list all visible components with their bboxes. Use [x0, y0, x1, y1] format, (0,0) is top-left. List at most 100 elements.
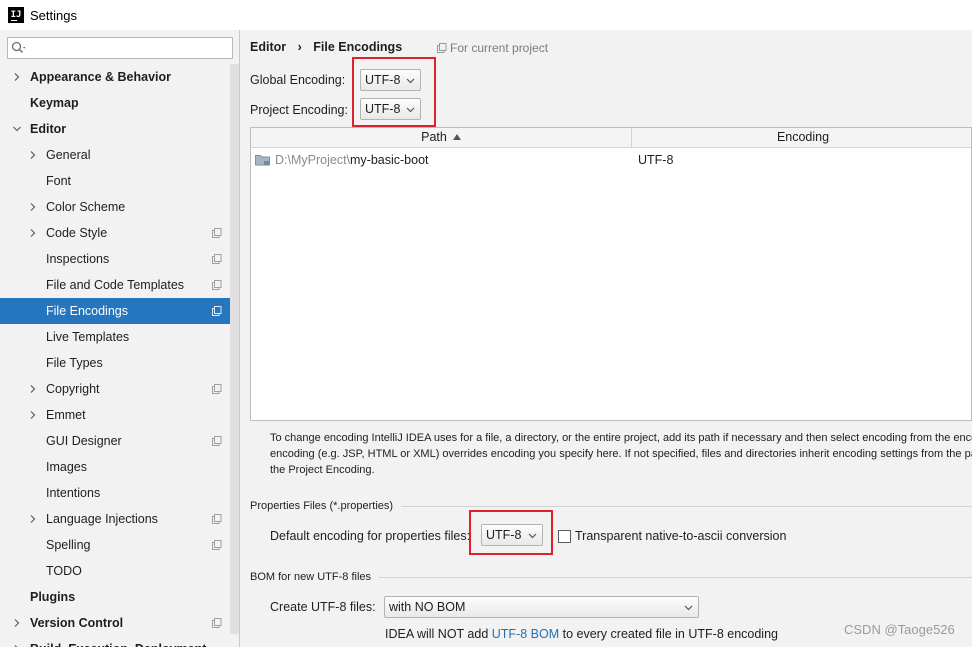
sidebar-item-label: GUI Designer	[46, 434, 122, 448]
project-scope-icon	[212, 618, 222, 628]
path-encoding-table: Path Encoding D:\MyProject\my-basic-boot…	[250, 127, 972, 421]
sidebar-item-keymap[interactable]: Keymap	[0, 90, 230, 116]
chevron-right-icon[interactable]	[29, 151, 37, 159]
bom-note-prefix: IDEA will NOT add	[385, 627, 492, 641]
chevron-right-icon[interactable]	[29, 385, 37, 393]
help-text: To change encoding IntelliJ IDEA uses fo…	[270, 430, 972, 478]
chevron-right-icon[interactable]	[13, 73, 21, 81]
project-scope-icon	[212, 384, 222, 394]
sidebar-item-label: Spelling	[46, 538, 91, 552]
sidebar-item-version-control[interactable]: Version Control	[0, 610, 230, 636]
create-utf8-label: Create UTF-8 files:	[270, 600, 376, 614]
sidebar-item-label: Font	[46, 174, 72, 188]
sidebar-item-language-injections[interactable]: Language Injections	[0, 506, 230, 532]
intellij-logo-icon: IJ	[8, 7, 24, 23]
project-scope-icon	[212, 306, 222, 316]
sidebar-item-label: Live Templates	[46, 330, 130, 344]
bom-note-suffix: to every created file in UTF-8 encoding	[559, 627, 778, 641]
search-input[interactable]	[7, 37, 233, 59]
sidebar-item-label: Emmet	[46, 408, 86, 422]
chevron-right-icon[interactable]	[29, 229, 37, 237]
sidebar-item-editor[interactable]: Editor	[0, 116, 230, 142]
sidebar-item-todo[interactable]: TODO	[0, 558, 230, 584]
sidebar-item-label: Build, Execution, Deployment	[30, 636, 206, 647]
sidebar-item-gui-designer[interactable]: GUI Designer	[0, 428, 230, 454]
properties-section-title: Properties Files (*.properties)	[250, 500, 972, 512]
sidebar-item-general[interactable]: General	[0, 142, 230, 168]
watermark: CSDN @Taoge526	[844, 622, 955, 637]
sidebar-item-images[interactable]: Images	[0, 454, 230, 480]
create-utf8-select[interactable]: with NO BOM	[384, 596, 699, 618]
sidebar-item-label: Color Scheme	[46, 200, 126, 214]
scope-note: For current project	[437, 41, 548, 55]
settings-tree: Appearance & Behavior Keymap Editor General…	[0, 64, 230, 647]
column-header-encoding[interactable]: Encoding	[633, 128, 972, 148]
sidebar-item-code-style[interactable]: Code Style	[0, 220, 230, 246]
highlight-box-properties	[469, 510, 553, 555]
breadcrumb: Editor › File Encodings	[250, 40, 402, 54]
sidebar-item-copyright[interactable]: Copyright	[0, 376, 230, 402]
sidebar-item-plugins[interactable]: Plugins	[0, 584, 230, 610]
file-encodings-panel: Editor › File Encodings For current proj…	[241, 30, 972, 647]
column-header-path[interactable]: Path	[251, 128, 632, 148]
breadcrumb-current: File Encodings	[313, 40, 403, 54]
project-scope-icon	[212, 280, 222, 290]
sidebar-item-label: Intentions	[46, 486, 101, 500]
sidebar-item-label: General	[46, 148, 91, 162]
row-encoding[interactable]: UTF-8	[638, 150, 673, 170]
bom-note: IDEA will NOT add UTF-8 BOM to every cre…	[385, 627, 778, 641]
project-scope-icon	[212, 436, 222, 446]
sidebar-scrollbar[interactable]	[230, 64, 239, 634]
help-line-1: To change encoding IntelliJ IDEA uses fo…	[270, 432, 972, 444]
search-icon	[11, 41, 26, 53]
sort-ascending-icon	[452, 134, 461, 140]
breadcrumb-separator: ›	[297, 40, 302, 54]
sidebar-item-label: Appearance & Behavior	[30, 70, 172, 84]
chevron-right-icon[interactable]	[29, 515, 37, 523]
help-line-3: the Project Encoding.	[270, 464, 375, 476]
sidebar-item-file-types[interactable]: File Types	[0, 350, 230, 376]
sidebar-item-build-execution-deployment[interactable]: Build, Execution, Deployment	[0, 636, 230, 647]
table-row[interactable]: D:\MyProject\my-basic-boot UTF-8	[251, 150, 971, 170]
project-scope-icon	[212, 228, 222, 238]
sidebar-item-label: Version Control	[30, 616, 124, 630]
sidebar-item-label: TODO	[46, 564, 82, 578]
scope-note-text: For current project	[450, 41, 549, 55]
transparent-conversion-checkbox[interactable]	[558, 530, 571, 543]
settings-sidebar: Appearance & Behavior Keymap Editor General…	[0, 30, 240, 647]
row-path: D:\MyProject\my-basic-boot	[275, 153, 429, 167]
sidebar-item-emmet[interactable]: Emmet	[0, 402, 230, 428]
sidebar-item-live-templates[interactable]: Live Templates	[0, 324, 230, 350]
help-line-2: encoding (e.g. JSP, HTML or XML) overrid…	[270, 448, 972, 460]
chevron-right-icon[interactable]	[29, 203, 37, 211]
project-scope-icon	[212, 540, 222, 550]
sidebar-item-font[interactable]: Font	[0, 168, 230, 194]
sidebar-item-label: Images	[46, 460, 87, 474]
sidebar-item-label: Code Style	[46, 226, 108, 240]
project-scope-icon	[212, 514, 222, 524]
sidebar-item-appearance-behavior[interactable]: Appearance & Behavior	[0, 64, 230, 90]
chevron-down-icon[interactable]	[13, 125, 21, 133]
sidebar-item-file-and-code-templates[interactable]: File and Code Templates	[0, 272, 230, 298]
project-scope-icon	[437, 43, 447, 53]
sidebar-item-intentions[interactable]: Intentions	[0, 480, 230, 506]
sidebar-item-label: Keymap	[30, 96, 79, 110]
create-utf8-value: with NO BOM	[389, 600, 466, 614]
sidebar-item-label: Editor	[30, 122, 67, 136]
chevron-right-icon[interactable]	[29, 411, 37, 419]
sidebar-item-label: File Types	[46, 356, 103, 370]
sidebar-item-inspections[interactable]: Inspections	[0, 246, 230, 272]
sidebar-item-label: Language Injections	[46, 512, 158, 526]
utf8-bom-link[interactable]: UTF-8 BOM	[492, 627, 559, 641]
sidebar-item-color-scheme[interactable]: Color Scheme	[0, 194, 230, 220]
chevron-down-icon	[684, 605, 693, 611]
chevron-right-icon[interactable]	[13, 619, 21, 627]
breadcrumb-parent[interactable]: Editor	[250, 40, 286, 54]
sidebar-item-file-encodings[interactable]: File Encodings	[0, 298, 230, 324]
global-encoding-label: Global Encoding:	[250, 73, 346, 87]
sidebar-item-spelling[interactable]: Spelling	[0, 532, 230, 558]
project-scope-icon	[212, 254, 222, 264]
sidebar-item-label: Inspections	[46, 252, 110, 266]
project-encoding-label: Project Encoding:	[250, 103, 348, 117]
transparent-conversion-label[interactable]: Transparent native-to-ascii conversion	[575, 529, 786, 543]
